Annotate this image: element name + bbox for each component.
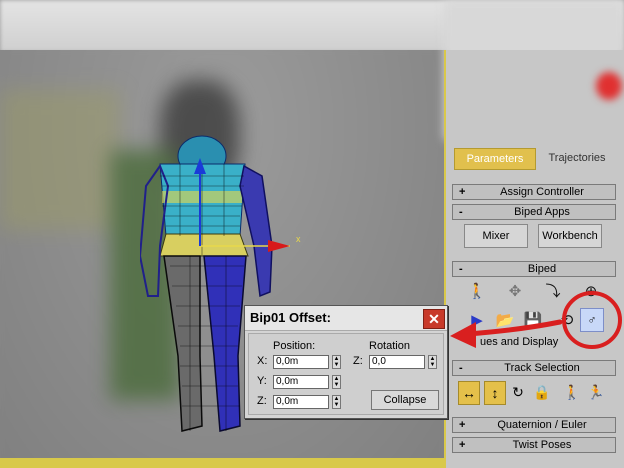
opposite-button[interactable]: 🏃 (586, 381, 606, 403)
dialog-title-bar[interactable]: Bip01 Offset: ✕ (245, 306, 447, 331)
close-icon[interactable]: ✕ (423, 309, 445, 329)
blurred-red-indicator (596, 72, 622, 100)
biped-right-leg (203, 255, 247, 432)
rollout-title: Quaternion / Euler (497, 419, 587, 431)
bip01-offset-dialog: Bip01 Offset: ✕ Position: Rotation X: ▲▼… (244, 305, 448, 419)
rollout-biped-apps[interactable]: - Biped Apps (452, 204, 616, 220)
rot-z-label: Z: (353, 355, 363, 367)
viewport-active-border (0, 458, 444, 468)
play-biped-icon[interactable]: ▶ (466, 310, 488, 332)
biped-pelvis (159, 233, 249, 257)
gizmo-x-label: x (296, 234, 301, 244)
rollout-title: Twist Poses (512, 439, 572, 451)
rollout-title: Biped Apps (514, 206, 570, 218)
rotation-z-spinner[interactable]: ▲ ▼ (428, 355, 437, 369)
rollout-twist-poses[interactable]: + Twist Poses (452, 437, 616, 453)
z-label: Z: (257, 395, 267, 407)
dialog-body: Position: Rotation X: ▲▼ Z: ▲▼ Y: ▲▼ Z: … (248, 333, 444, 415)
x-label: X: (257, 355, 268, 367)
rotation-label: Rotation (369, 340, 410, 352)
body-rotation-button[interactable]: ↻ (508, 381, 528, 403)
collapse-button[interactable]: Collapse (371, 390, 439, 410)
tab-trajectories[interactable]: Trajectories (538, 148, 616, 168)
rollout-toggle-sign: + (459, 419, 466, 431)
rollout-quaternion-euler[interactable]: + Quaternion / Euler (452, 417, 616, 433)
dialog-title: Bip01 Offset: (250, 310, 331, 325)
position-x-spinner[interactable]: ▲ ▼ (332, 355, 341, 369)
footstep-mode-icon[interactable]: ✥ (504, 281, 526, 303)
rollout-toggle-sign: + (459, 439, 466, 451)
gizmo-x-arrow-icon (268, 240, 290, 252)
modes-and-display-label[interactable]: ues and Display (480, 336, 558, 348)
command-panel (444, 50, 624, 468)
mixer-mode-icon[interactable]: ⊕ (580, 281, 602, 303)
rollout-title: Assign Controller (500, 186, 584, 198)
save-file-icon[interactable]: 💾 (522, 310, 544, 332)
position-x-field[interactable] (273, 355, 329, 369)
rollout-toggle-sign: - (459, 362, 463, 374)
body-horizontal-button[interactable]: ↔ (458, 381, 480, 405)
load-file-icon[interactable]: 📂 (494, 310, 516, 332)
rotation-z-field[interactable] (369, 355, 425, 369)
rollout-toggle-sign: - (459, 206, 463, 218)
biped-left-leg (163, 255, 203, 432)
position-z-spinner[interactable]: ▲ ▼ (332, 395, 341, 409)
y-label: Y: (257, 375, 267, 387)
figure-mode-icon[interactable]: 🚶 (466, 281, 488, 303)
rollout-toggle-sign: - (459, 263, 463, 275)
move-all-mode-icon[interactable]: ⟲ (556, 310, 578, 332)
rollout-title: Biped (527, 263, 557, 275)
tab-parameters[interactable]: Parameters (454, 148, 536, 170)
symmetrical-button[interactable]: 🚶 (562, 381, 582, 403)
position-z-field[interactable] (273, 395, 329, 409)
rollout-track-selection[interactable]: - Track Selection (452, 360, 616, 376)
position-y-field[interactable] (273, 375, 329, 389)
rollout-assign-controller[interactable]: + Assign Controller (452, 184, 616, 200)
body-vertical-button[interactable]: ↕ (484, 381, 506, 405)
rollout-biped[interactable]: - Biped (452, 261, 616, 277)
rollout-title: Track Selection (504, 362, 580, 374)
rollout-toggle-sign: + (459, 186, 466, 198)
position-label: Position: (273, 340, 316, 352)
biped-offset-icon[interactable]: ♂ (580, 308, 604, 332)
workbench-button[interactable]: Workbench (538, 224, 602, 248)
lock-com-keying-button[interactable]: 🔒 (532, 381, 552, 403)
mixer-button[interactable]: Mixer (464, 224, 528, 248)
motion-flow-mode-icon[interactable]: ⤵ (542, 281, 564, 303)
position-y-spinner[interactable]: ▲ ▼ (332, 375, 341, 389)
blurred-viewport-detail (0, 90, 120, 230)
